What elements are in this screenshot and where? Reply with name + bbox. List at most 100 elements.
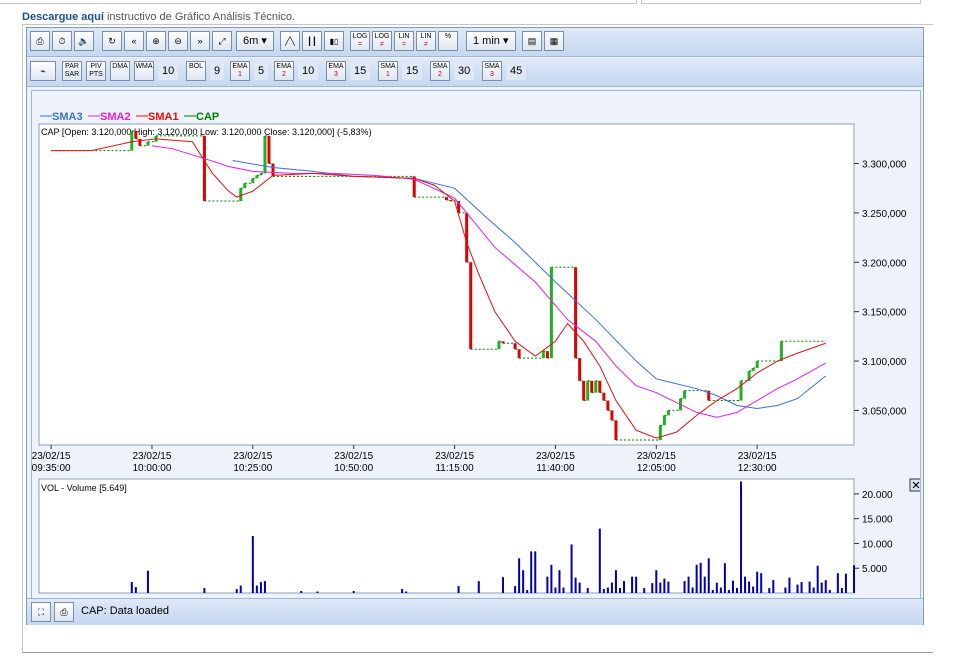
volume-bar [740,481,743,593]
volume-y-tick-label: 15.000 [862,515,893,526]
refresh-icon[interactable]: ↻ [102,31,122,51]
bar-chart-icon[interactable]: ┃┃ [302,31,322,51]
ema3-period: 15 [350,62,371,80]
ema2-button[interactable]: EMA 2 [274,61,294,81]
piv-pts-button[interactable]: PIV PTS [86,61,106,81]
lin-not-equal-button[interactable]: LIN ≠ [416,31,436,51]
clock-icon[interactable]: ⏱ [52,31,72,51]
chart-svg[interactable]: SMA3 SMA2 SMA1 CAP CAP [Open: 3.120,000 High… [32,91,923,601]
log-equal-button[interactable]: LOG = [350,31,370,51]
volume-bar [631,576,634,593]
volume-bar [719,587,722,593]
time-tick-date: 23/02/15 [334,451,373,462]
volume-bar [352,591,355,593]
lin-not-equal-button-label: LIN [420,33,432,40]
print-icon[interactable]: ⎙ [30,31,50,51]
ema3-button[interactable]: EMA 3 [326,61,346,81]
par-sar-button[interactable]: PAR SAR [62,61,82,81]
volume-bar [768,588,771,593]
ema2-button-sub: 2 [282,71,286,78]
interval-dropdown[interactable]: 1 min ▾ [466,31,516,51]
forward-icon[interactable]: » [190,31,210,51]
candle-chart-icon[interactable]: ▮▯ [324,31,344,51]
settings-chart-icon[interactable]: ▤ [522,31,542,51]
time-tick-time: 10:25:00 [233,463,272,474]
log-not-equal-button[interactable]: LOG ≠ [372,31,392,51]
wma-button[interactable]: WMA [134,61,154,81]
piv-pts-button-sub: PTS [89,71,103,78]
volume-bar [663,578,666,593]
ema2-period: 10 [298,62,319,80]
sma1-period: 15 [402,62,423,80]
volume-bar [598,528,601,593]
fullscreen-icon[interactable]: ⛶ [31,602,51,622]
close-volume-button[interactable] [909,478,923,492]
palette-icon[interactable]: ▦ [544,31,564,51]
percent-button[interactable]: % [438,31,458,51]
lin-equal-button[interactable]: LIN = [394,31,414,51]
status-bar: ⛶ ⎙ CAP: Data loaded [27,598,923,625]
volume-y-tick-label: 20.000 [862,490,893,501]
volume-bar [401,589,404,593]
price-y-tick-label: 3.150,000 [862,308,907,319]
volume-bar [800,582,803,593]
volume-bar [820,582,823,593]
volume-bar [691,587,694,593]
period-dropdown[interactable]: 6m ▾ [236,31,274,51]
indicator-add-button[interactable]: ⌁ [30,61,56,81]
ema1-button-sub: 1 [238,71,242,78]
time-tick-date: 23/02/15 [233,451,272,462]
ema2-button-label: EMA [276,63,292,70]
volume-bar [514,586,517,593]
main-toolbar: ⎙ ⏱ 🔈 ↻ «⊕ ⊖» ⤢ 6m ▾ ╱╲ ┃┃ ▮▯ LOG = LOG ≠ LIN = LIN ≠% 1 mi… [27,28,923,57]
wma-button-label: WMA [135,63,153,70]
volume-bar [534,551,537,593]
sound-icon[interactable]: 🔈 [74,31,94,51]
top-frame-left [0,0,637,4]
line-chart-icon[interactable]: ╱╲ [280,31,300,51]
volume-bar [836,573,839,593]
volume-bar [255,585,258,593]
volume-bar [715,582,718,593]
percent-button-label: % [444,33,452,40]
zoom-fit-icon[interactable]: ⤢ [212,31,232,51]
print-status-icon[interactable]: ⎙ [54,602,74,622]
chart-applet: ⎙ ⏱ 🔈 ↻ «⊕ ⊖» ⤢ 6m ▾ ╱╲ ┃┃ ▮▯ LOG = LOG ≠ LIN = LIN ≠% 1 mi… [26,27,924,625]
bol-button-label: BOL [188,63,203,70]
zoom-in-icon[interactable]: ⊕ [146,31,166,51]
sma1-button[interactable]: SMA 1 [378,61,398,81]
zoom-out-icon[interactable]: ⊖ [168,31,188,51]
sma1-button-label: SMA [380,63,396,70]
sma3-period: 45 [506,62,527,80]
sma2-button-sub: 2 [438,71,442,78]
time-tick-time: 10:00:00 [133,463,172,474]
volume-bar [703,576,706,593]
time-tick-date: 23/02/15 [32,451,71,462]
price-plot-area[interactable] [38,123,855,446]
volume-bar [731,580,734,593]
ema1-button[interactable]: EMA 1 [230,61,250,81]
lin-not-equal-button-sub: ≠ [424,41,428,48]
legend-label-sma3: SMA3 [52,111,83,123]
volume-bar [405,591,408,593]
dma-button[interactable]: DMA [110,61,130,81]
volume-bar [501,577,504,593]
volume-bar [760,573,763,593]
download-link[interactable]: Descargue aquí [22,11,104,23]
volume-plot-area[interactable] [38,478,855,594]
rewind-icon[interactable]: « [124,31,144,51]
volume-bar [623,581,626,593]
sma3-button[interactable]: SMA 3 [482,61,502,81]
time-tick-time: 11:15:00 [435,463,474,474]
sma2-button[interactable]: SMA 2 [430,61,450,81]
volume-bar [146,570,149,593]
log-equal-button-label: LOG [352,33,368,40]
status-text: CAP: Data loaded [81,605,170,617]
volume-bar [526,590,529,593]
bol-period: 9 [210,62,225,80]
ema3-button-sub: 3 [334,71,338,78]
lin-equal-button-label: LIN [398,33,410,40]
bol-button[interactable]: BOL [186,61,206,81]
sma3-button-label: SMA [484,63,500,70]
chart-area: SMA3 SMA2 SMA1 CAP CAP [Open: 3.120,000 High… [31,90,923,602]
